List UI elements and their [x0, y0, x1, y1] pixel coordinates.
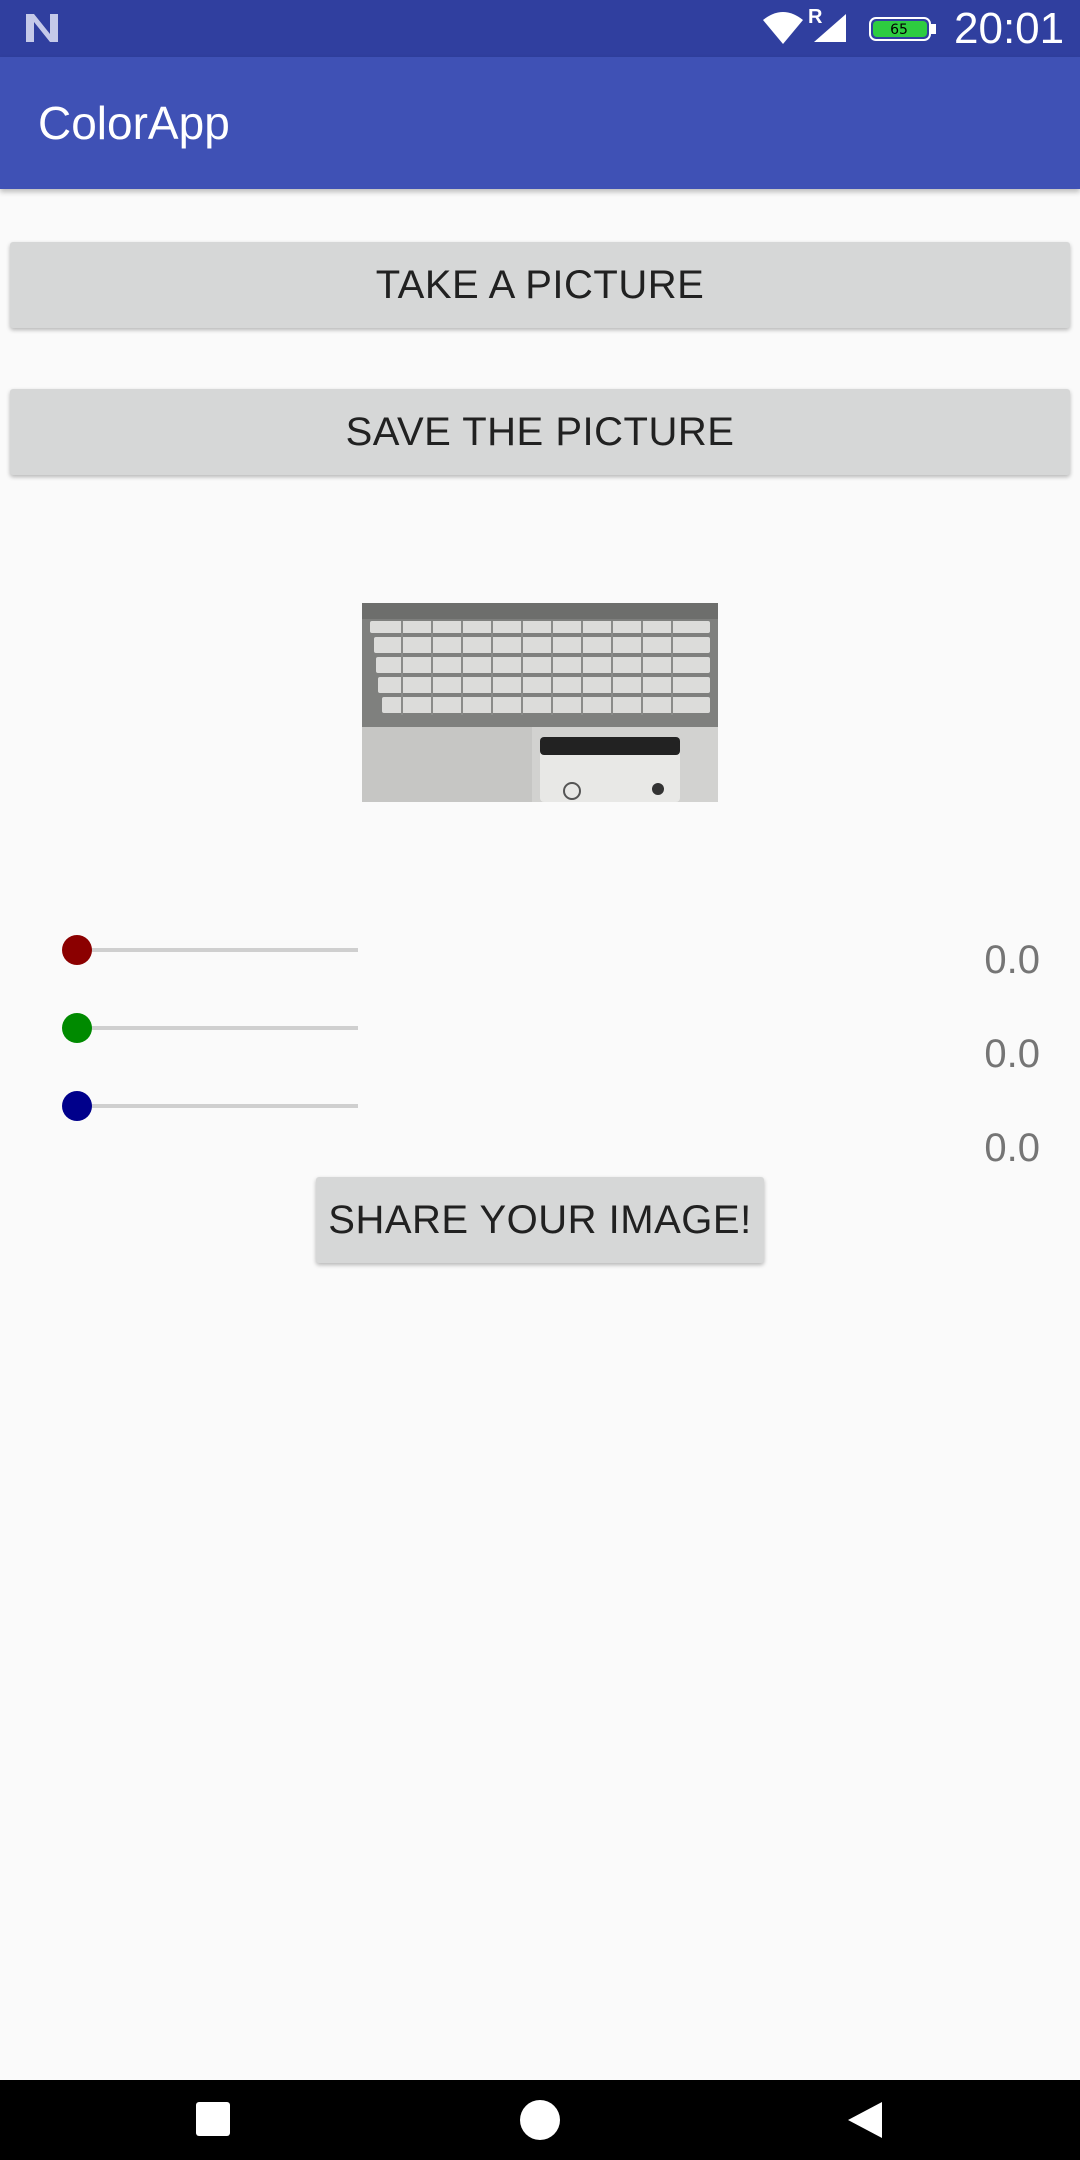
blue-value: 0.0: [984, 1126, 1040, 1170]
red-slider[interactable]: [62, 935, 358, 965]
app-title: ColorApp: [38, 97, 230, 149]
status-time: 20:01: [954, 4, 1065, 53]
green-slider[interactable]: [62, 1013, 358, 1043]
take-picture-button[interactable]: TAKE A PICTURE: [10, 242, 1070, 328]
app-toolbar: ColorApp: [0, 57, 1080, 189]
battery-level: 65: [890, 22, 908, 38]
navigation-bar: [0, 2080, 1080, 2160]
back-triangle-icon[interactable]: [846, 2100, 884, 2140]
share-image-button[interactable]: SHARE YOUR IMAGE!: [316, 1177, 764, 1263]
laptop-keyboard-photo: [362, 603, 718, 802]
save-picture-button[interactable]: SAVE THE PICTURE: [10, 389, 1070, 475]
recents-square-icon[interactable]: [196, 2102, 230, 2136]
battery-icon: 65: [869, 17, 936, 41]
green-value: 0.0: [984, 1032, 1040, 1076]
notification-n-icon: [26, 14, 58, 42]
red-value: 0.0: [984, 938, 1040, 982]
cell-signal-icon: [814, 14, 846, 42]
photo-preview: [362, 603, 718, 802]
blue-slider-track[interactable]: [76, 1104, 358, 1108]
blue-slider-thumb[interactable]: [62, 1091, 92, 1121]
red-slider-thumb[interactable]: [62, 935, 92, 965]
red-slider-track[interactable]: [76, 948, 358, 952]
green-slider-thumb[interactable]: [62, 1013, 92, 1043]
blue-slider[interactable]: [62, 1091, 358, 1121]
home-circle-icon[interactable]: [520, 2100, 560, 2140]
status-bar: R 65 20:01: [0, 0, 1080, 57]
wifi-icon: [763, 12, 803, 44]
green-slider-track[interactable]: [76, 1026, 358, 1030]
